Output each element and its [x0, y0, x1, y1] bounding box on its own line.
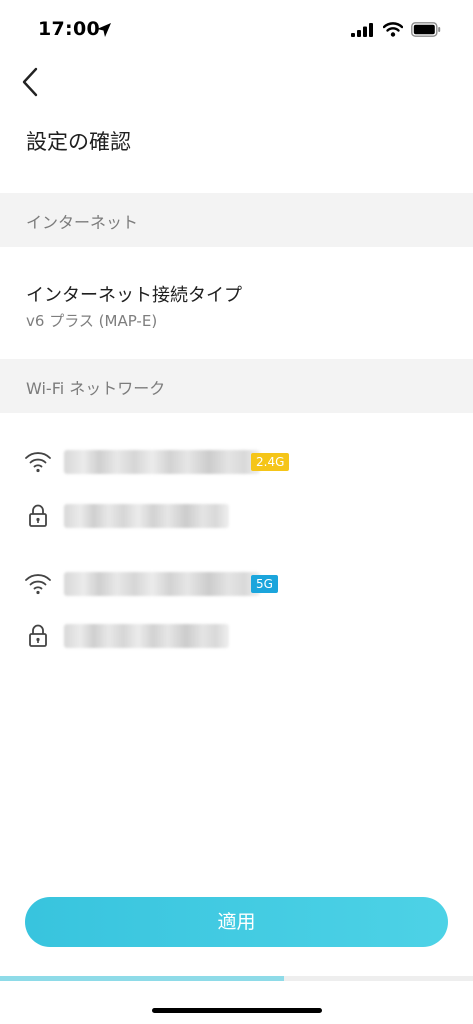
wifi-icon [25, 452, 51, 473]
connection-type-label: インターネット接続タイプ [26, 285, 242, 306]
setup-progress-bar [0, 976, 473, 981]
section-header-label: インターネット [26, 213, 139, 232]
battery-icon [411, 22, 441, 37]
cellular-signal-icon [351, 22, 373, 37]
wifi-icon [25, 574, 51, 595]
password-blurred-5g [64, 624, 229, 648]
section-header-internet: インターネット [0, 193, 473, 247]
lock-icon [29, 624, 47, 647]
setup-progress-fill [0, 976, 284, 981]
status-icons [351, 22, 441, 37]
section-header-label: Wi-Fi ネットワーク [26, 379, 166, 398]
back-chevron-icon [22, 67, 38, 97]
location-arrow-icon [97, 23, 111, 37]
section-header-wifi: Wi-Fi ネットワーク [0, 359, 473, 413]
page-title: 設定の確認 [26, 130, 131, 154]
ssid-blurred-2g [64, 450, 260, 474]
back-button[interactable] [14, 62, 50, 102]
wifi-ssid-row-2g: 2.4G [24, 444, 444, 480]
wifi-password-row-5g [24, 618, 444, 654]
status-time: 17:00 [38, 18, 100, 40]
home-indicator [152, 1008, 322, 1013]
connection-type-value: v6 プラス (MAP-E) [26, 312, 158, 330]
wifi-ssid-row-5g: 5G [24, 566, 444, 602]
wifi-password-row-2g [24, 498, 444, 534]
lock-icon [29, 504, 47, 527]
band-badge-2g: 2.4G [251, 453, 290, 471]
password-blurred-2g [64, 504, 229, 528]
band-badge-5g: 5G [251, 575, 278, 593]
ssid-blurred-5g [64, 572, 260, 596]
apply-button[interactable]: 適用 [25, 897, 448, 947]
status-bar: 17:00 [0, 0, 473, 60]
wifi-status-icon [383, 22, 403, 37]
